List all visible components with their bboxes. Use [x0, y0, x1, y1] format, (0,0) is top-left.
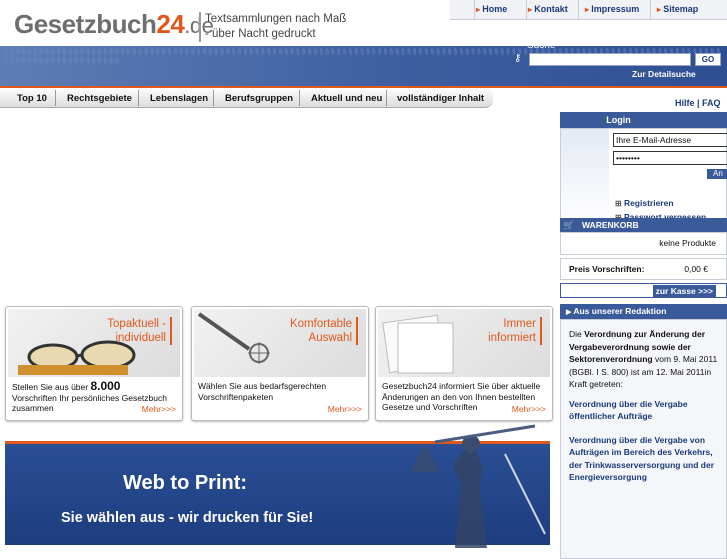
hero-subtitle: Sie wählen aus - wir drucken für Sie! [61, 510, 314, 526]
search-input[interactable] [529, 53, 691, 66]
editorial-header: Aus unserer Redaktion [560, 304, 727, 319]
slogan-line-2: - über Nacht gedruckt [205, 28, 316, 40]
panel-title-line-2: informiert [488, 332, 536, 344]
panel-title-line-2: individuell [115, 332, 166, 344]
detail-search-link[interactable]: Zur Detailsuche [632, 69, 696, 79]
slogan: Textsammlungen nach Maß - über Nacht gedr… [199, 12, 346, 42]
editorial-body: Die Verordnung zur Änderung der Vergabev… [560, 319, 727, 559]
logo-number: 24 [156, 9, 185, 39]
top-nav: Home Kontakt Impressum Sitemap [450, 0, 727, 20]
feature-panel-topaktuell[interactable]: Topaktuell - individuell Stellen Sie aus … [5, 306, 183, 421]
tab-berufsgruppen[interactable]: Berufsgruppen [225, 93, 293, 104]
feature-panel-informiert[interactable]: Immer informiert Gesetzbuch24 informiert … [375, 306, 553, 421]
key-icon: ⚷ [514, 53, 522, 64]
login-header: Login [560, 112, 727, 128]
editorial-intro: Die Verordnung zur Änderung der Vergabev… [569, 328, 721, 391]
panel-title: Topaktuell - individuell [107, 317, 172, 345]
web-to-print-banner[interactable]: Web to Print: Sie wählen aus - wir druck… [5, 424, 550, 548]
tab-aktuell[interactable]: Aktuell und neu [311, 93, 382, 104]
login-box: Ihre E-Mail-Adresse •••••••• An Registri… [560, 128, 727, 228]
cart-status: keine Produkte [560, 232, 727, 255]
password-field[interactable]: •••••••• [613, 151, 727, 165]
help-faq-link[interactable]: Hilfe | FAQ [675, 98, 721, 108]
header: Gesetzbuch24.de Textsammlungen nach Maß -… [0, 0, 727, 46]
register-link[interactable]: Registrieren [615, 198, 674, 208]
more-link[interactable]: Mehr>>> [328, 404, 362, 414]
nav-kontakt[interactable]: Kontakt [528, 4, 568, 14]
more-link[interactable]: Mehr>>> [512, 404, 546, 414]
panel-text-pre: Stellen Sie aus über [12, 382, 91, 392]
search-label: Suche [527, 40, 556, 51]
cart-title: WARENKORB [582, 220, 639, 230]
intro-pre: Die [569, 329, 585, 339]
nav-divider [299, 90, 300, 106]
nav-divider [474, 0, 475, 20]
price-row: Preis Vorschriften: 0,00 € [560, 258, 727, 280]
nav-divider [386, 90, 387, 106]
feature-panel-auswahl[interactable]: Komfortable Auswahl Wählen Sie aus bedarf… [191, 306, 369, 421]
hero-title: Web to Print: [123, 472, 248, 494]
nav-divider [55, 90, 56, 106]
panel-text-big: 8.000 [90, 379, 121, 393]
nav-divider [650, 0, 651, 20]
checkout-button[interactable]: zur Kasse >>> [652, 285, 716, 297]
more-link[interactable]: Mehr>>> [142, 404, 176, 414]
main-nav: Top 10 Rechtsgebiete Lebenslagen Berufsg… [0, 88, 493, 108]
cart-icon: 🛒 [563, 220, 575, 230]
editorial-link-2[interactable]: Verordnung über die Vergabe von Aufträge… [569, 434, 721, 484]
panel-title: Immer informiert [488, 317, 542, 345]
nav-impressum[interactable]: Impressum [585, 4, 639, 14]
nav-divider [578, 0, 579, 20]
nav-sitemap[interactable]: Sitemap [657, 4, 698, 14]
nav-divider [213, 90, 214, 106]
nav-home[interactable]: Home [476, 4, 507, 14]
cart-header: 🛒 WARENKORB [560, 218, 727, 232]
price-value: 0,00 € [684, 264, 708, 274]
logo-text: Gesetzbuch [14, 9, 157, 39]
panel-title-line-1: Immer [503, 318, 536, 330]
price-label: Preis Vorschriften: [569, 264, 645, 274]
site-logo[interactable]: Gesetzbuch24.de [14, 9, 214, 40]
email-field[interactable]: Ihre E-Mail-Adresse [613, 133, 727, 147]
login-button[interactable]: An [707, 169, 727, 179]
panel-title-line-1: Komfortable [289, 318, 352, 330]
panel-text: Wählen Sie aus bedarfsgerechten Vorschri… [198, 381, 327, 402]
panel-title-line-1: Topaktuell - [107, 318, 166, 330]
nav-divider [138, 90, 139, 106]
tab-inhalt[interactable]: vollständiger Inhalt [397, 93, 484, 104]
checkout-row: zur Kasse >>> [560, 283, 727, 298]
nav-divider [526, 0, 527, 20]
panel-title: Komfortable Auswahl [290, 317, 358, 345]
tab-lebenslagen[interactable]: Lebenslagen [150, 93, 208, 104]
tab-top10[interactable]: Top 10 [17, 93, 47, 104]
editorial-link-1[interactable]: Verordnung über die Vergabe öffentlicher… [569, 398, 721, 423]
slogan-line-1: Textsammlungen nach Maß [205, 13, 347, 25]
justitia-statue-image [410, 424, 546, 548]
tab-rechtsgebiete[interactable]: Rechtsgebiete [67, 93, 132, 104]
search-go-button[interactable]: GO [695, 53, 721, 66]
login-side-panel [561, 129, 609, 227]
panel-title-line-2: Auswahl [308, 332, 352, 344]
